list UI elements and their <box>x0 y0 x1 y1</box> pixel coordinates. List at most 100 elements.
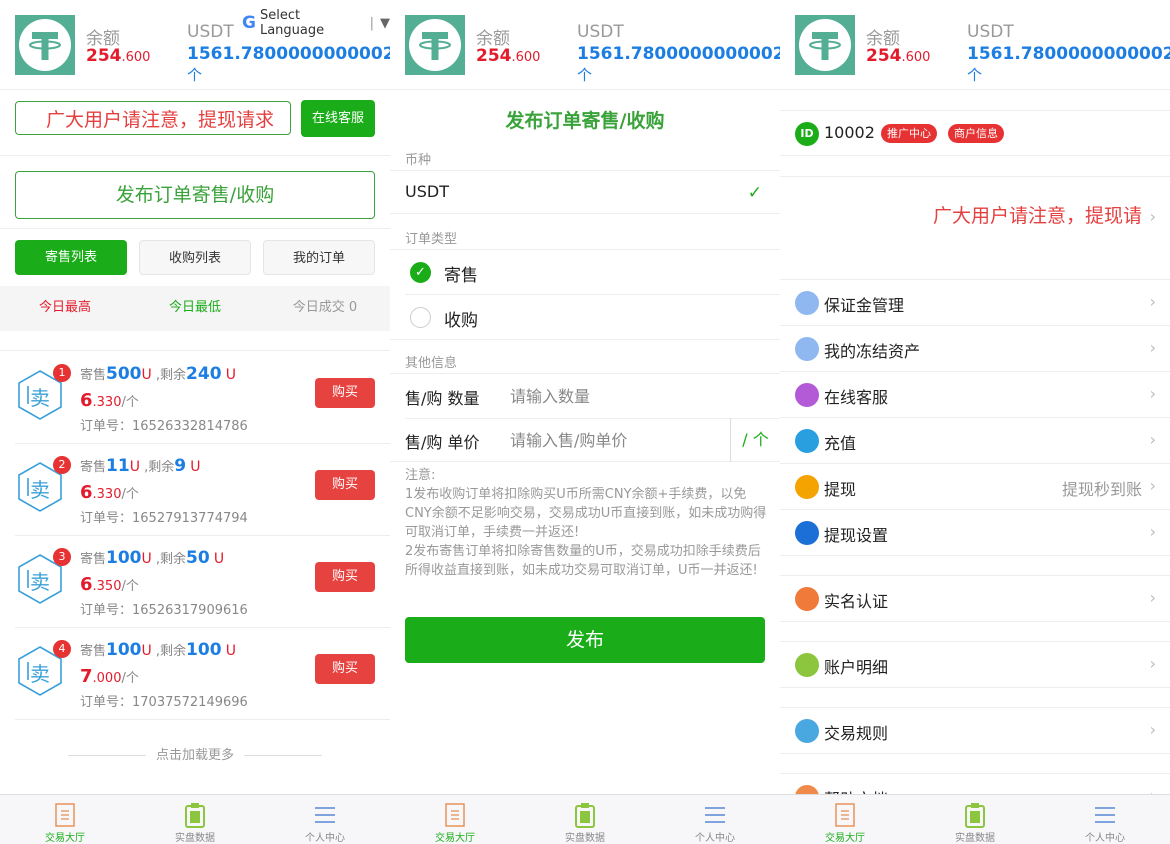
notice-marquee[interactable]: 广大用户请注意，提现请求 <box>15 101 291 135</box>
bottom-tabbar: 交易大厅 实盘数据 个人中心 <box>0 794 390 844</box>
menu-lines-icon <box>1040 802 1170 828</box>
promotion-center-badge[interactable]: 推广中心 <box>881 124 937 143</box>
section-gap <box>780 688 1170 708</box>
quantity-label: 售/购 数量 <box>405 389 480 408</box>
currency-option-usdt[interactable]: USDT ✓ <box>390 170 780 214</box>
menu-item[interactable]: 账户明细 › <box>780 642 1170 688</box>
trading-hall-icon <box>0 802 130 828</box>
publish-order-button[interactable]: 发布订单寄售/收购 <box>15 171 375 219</box>
menu-item[interactable]: 交易规则 › <box>780 708 1170 754</box>
section-gap <box>780 556 1170 576</box>
balance-dec: .600 <box>511 50 541 65</box>
tab-live-data[interactable]: 实盘数据 <box>130 795 260 844</box>
sell-prefix: 寄售 <box>80 552 107 567</box>
clipboard-data-icon <box>520 802 650 828</box>
order-type-buy-radio[interactable]: 收购 <box>390 295 780 340</box>
price-dec: .330 <box>92 395 122 410</box>
merchant-info-badge[interactable]: 商户信息 <box>948 124 1004 143</box>
radio-checked-icon: ✓ <box>410 262 431 283</box>
card-settings-icon <box>795 521 819 545</box>
balance-value: 254.600 <box>476 46 540 66</box>
buy-button[interactable]: 购买 <box>315 378 375 408</box>
tab-personal-center[interactable]: 个人中心 <box>260 795 390 844</box>
headset-icon <box>795 383 819 407</box>
price-unit: / 个 <box>730 418 780 462</box>
order-remain: 100 <box>186 640 222 660</box>
chevron-right-icon: › <box>1149 207 1156 226</box>
unit: U <box>225 367 236 383</box>
menu-item[interactable]: 保证金管理 › <box>780 280 1170 326</box>
unit: U <box>141 643 152 659</box>
chevron-right-icon: › <box>1149 720 1156 739</box>
price-input[interactable] <box>510 424 710 456</box>
radio-unchecked-icon <box>410 307 431 328</box>
order-price: 6.330/个 <box>80 482 139 503</box>
menu-item[interactable]: 实名认证 › <box>780 576 1170 622</box>
online-service-button[interactable]: 在线客服 <box>301 100 375 137</box>
menu-item[interactable]: 我的冻结资产 › <box>780 326 1170 372</box>
divider <box>0 228 390 229</box>
notice-row[interactable]: 广大用户请注意，提现请 › <box>780 176 1170 280</box>
tab-label: 个人中心 <box>305 833 345 844</box>
tab-sell-list[interactable]: 寄售列表 <box>15 240 127 275</box>
usdt-unit: 个 <box>187 66 203 84</box>
rank-badge: 1 <box>53 364 71 382</box>
daily-stats-bar: 今日最高 今日最低 今日成交 0 <box>0 286 390 331</box>
id-icon: ID <box>795 122 819 146</box>
buy-button[interactable]: 购买 <box>315 654 375 684</box>
sell-icon-text: 卖 <box>30 386 50 410</box>
tab-trading-hall[interactable]: 交易大厅 <box>780 795 910 844</box>
tab-trading-hall[interactable]: 交易大厅 <box>390 795 520 844</box>
language-selector[interactable]: G Select Language | ▼ <box>242 8 390 38</box>
tab-live-data[interactable]: 实盘数据 <box>910 795 1040 844</box>
tab-live-data[interactable]: 实盘数据 <box>520 795 650 844</box>
usdt-amount: 1561.7800000000002 <box>187 44 390 64</box>
price-label: 售/购 单价 <box>405 433 480 452</box>
rank-badge: 3 <box>53 548 71 566</box>
clipboard-data-icon <box>910 802 1040 828</box>
order-quantity: 寄售500U ,剩余240 U <box>80 364 236 384</box>
bottom-tabbar: 交易大厅 实盘数据 个人中心 <box>780 794 1170 844</box>
tab-buy-list[interactable]: 收购列表 <box>139 240 251 275</box>
balance-header: 余额 254.600 USDT 1561.7800000000002个 G Se… <box>0 0 390 90</box>
stat-today-high: 今日最高 <box>38 300 91 315</box>
tab-personal-center[interactable]: 个人中心 <box>650 795 780 844</box>
tab-my-orders[interactable]: 我的订单 <box>263 240 375 275</box>
load-more-link[interactable]: 点击加载更多 <box>0 744 390 763</box>
menu-item[interactable]: 在线客服 › <box>780 372 1170 418</box>
chevron-right-icon: › <box>1149 338 1156 357</box>
order-quantity: 寄售11U ,剩余9 U <box>80 456 200 476</box>
buy-button[interactable]: 购买 <box>315 470 375 500</box>
menu-item[interactable]: 充值 › <box>780 418 1170 464</box>
tab-label: 个人中心 <box>1085 833 1125 844</box>
language-label: Select Language <box>259 8 325 38</box>
menu-item[interactable]: 提现 提现秒到账 › <box>780 464 1170 510</box>
remain-prefix: ,剩余 <box>155 552 187 567</box>
order-number: 订单号：16526317909616 <box>80 603 248 618</box>
tab-trading-hall[interactable]: 交易大厅 <box>0 795 130 844</box>
chevron-right-icon: › <box>1149 476 1156 495</box>
unit: U <box>225 643 236 659</box>
usdt-unit: 个 <box>967 66 983 84</box>
notice-item-1: 1发布收购订单将扣除购买U币所需CNY余额+手续费，以免CNY余额不足影响交易，… <box>405 487 767 540</box>
menu-item-label: 交易规则 <box>824 724 889 743</box>
quantity-input[interactable] <box>510 380 710 412</box>
price-per: /个 <box>121 395 139 410</box>
order-type-sell-radio[interactable]: ✓ 寄售 <box>390 249 780 294</box>
unit: U <box>190 459 201 475</box>
tab-personal-center[interactable]: 个人中心 <box>1040 795 1170 844</box>
menu-item[interactable]: 提现设置 › <box>780 510 1170 556</box>
order-price: 7.000/个 <box>80 666 139 687</box>
publish-submit-button[interactable]: 发布 <box>405 617 765 663</box>
divider <box>0 155 390 156</box>
balance-int: 254 <box>866 46 902 66</box>
tether-logo-icon <box>15 15 75 75</box>
currency-value: USDT <box>405 182 449 201</box>
menu-item-label: 提现设置 <box>824 526 889 545</box>
price-field-row: 售/购 单价 / 个 <box>390 418 780 462</box>
buy-button[interactable]: 购买 <box>315 562 375 592</box>
menu-item-label: 提现 <box>824 480 857 499</box>
stat-today-volume: 今日成交 0 <box>292 300 358 315</box>
unit: U <box>141 367 152 383</box>
menu-item-label: 账户明细 <box>824 658 889 677</box>
